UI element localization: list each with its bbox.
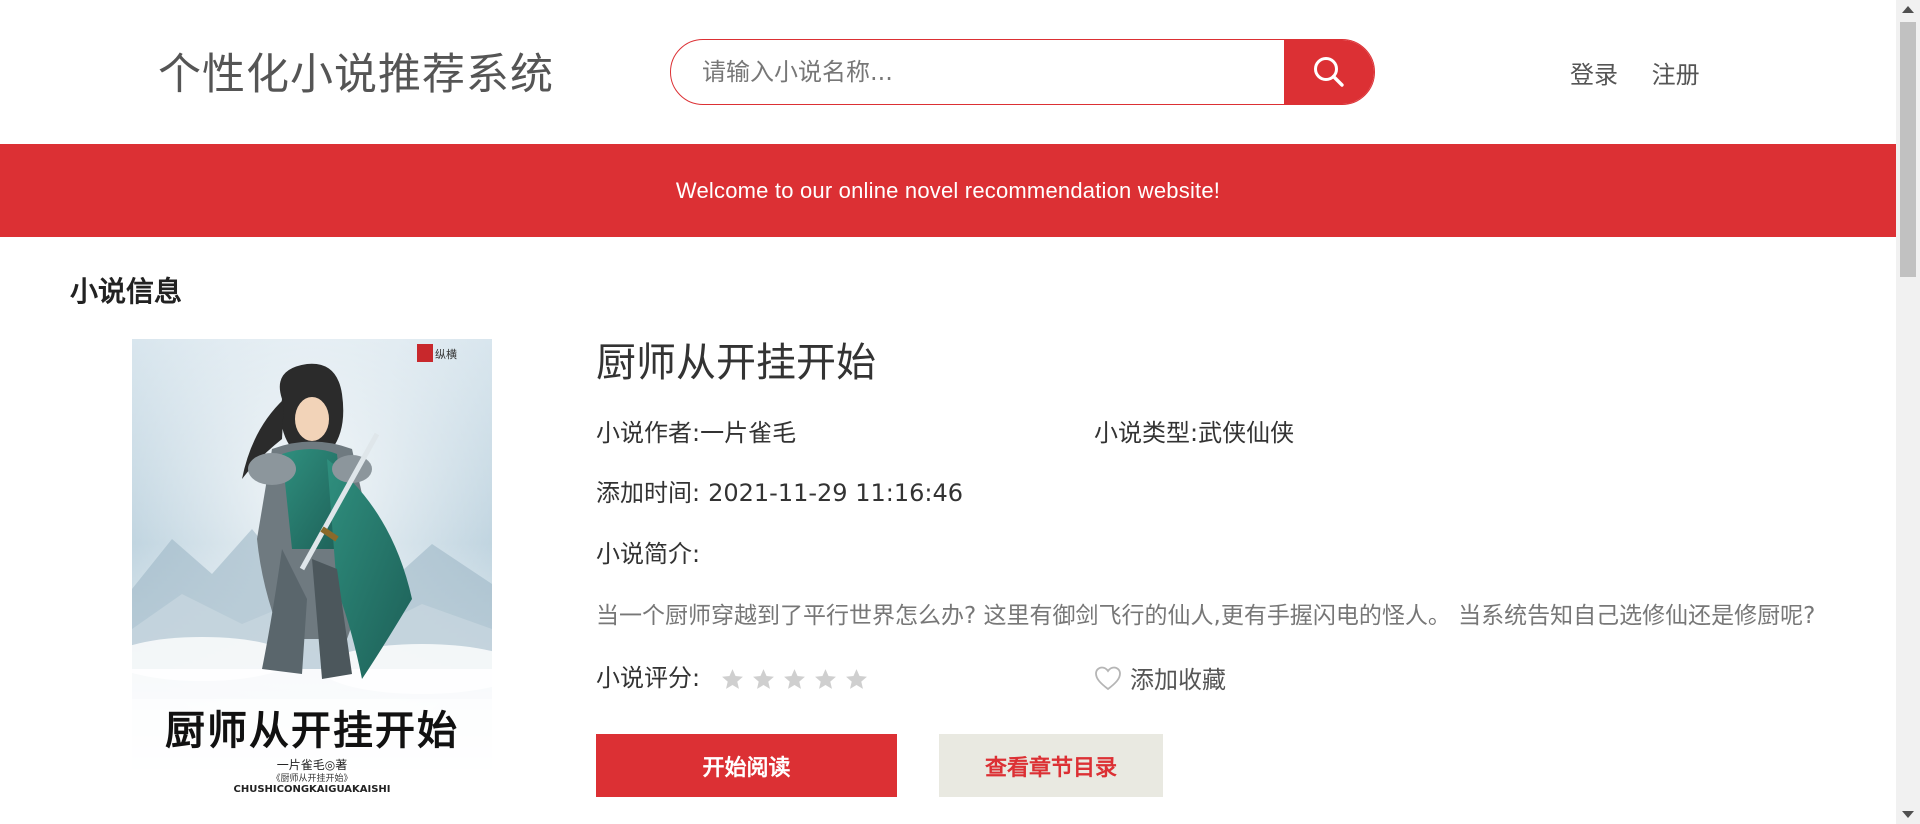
banner-text: Welcome to our online novel recommendati… [675, 177, 1221, 203]
star-icon[interactable] [813, 667, 838, 692]
rating-row: 小说评分: [596, 658, 869, 693]
search-bar [670, 39, 1375, 105]
search-input[interactable] [671, 40, 1285, 104]
intro-label-row: 小说简介: [596, 534, 700, 569]
added-time-row: 添加时间: 2021-11-29 11:16:46 [596, 473, 963, 508]
rating-label: 小说评分: [596, 664, 701, 692]
heart-icon [1095, 666, 1121, 690]
star-icon[interactable] [751, 667, 776, 692]
view-chapters-button[interactable]: 查看章节目录 [939, 734, 1163, 797]
cover-subtitle: 《厨师从开挂开始》 [271, 772, 352, 784]
author-value: 一片雀毛 [700, 419, 797, 447]
cover-pinyin: CHUSHICONGKAIGUAKAISHI [233, 784, 390, 794]
search-icon [1314, 57, 1344, 87]
type-label: 小说类型: [1094, 419, 1199, 447]
auth-links: 登录 注册 [1570, 55, 1700, 90]
type-row: 小说类型:武侠仙侠 [1094, 413, 1294, 448]
cover-author: 一片雀毛◎著 [277, 758, 347, 772]
star-icon[interactable] [844, 667, 869, 692]
start-reading-button[interactable]: 开始阅读 [596, 734, 897, 797]
book-cover[interactable]: 纵横 厨师从开挂开始 一片雀毛◎著 《厨师从开挂开始》 CHUSHICONGKA… [132, 339, 492, 794]
add-favorite-button[interactable]: 添加收藏 [1094, 660, 1226, 695]
header: 个性化小说推荐系统 登录 注册 [0, 0, 1896, 144]
rating-stars[interactable] [720, 667, 869, 692]
type-value: 武侠仙侠 [1198, 419, 1295, 447]
cover-title: 厨师从开挂开始 [165, 707, 459, 754]
star-icon[interactable] [720, 667, 745, 692]
add-favorite-label: 添加收藏 [1130, 666, 1226, 694]
author-label: 小说作者: [596, 419, 701, 447]
scrollbar[interactable] [1896, 0, 1920, 824]
star-icon[interactable] [782, 667, 807, 692]
scroll-down-arrow-icon[interactable] [1902, 811, 1914, 818]
intro-label: 小说简介: [596, 540, 701, 568]
novel-title: 厨师从开挂开始 [596, 340, 876, 386]
publisher-mark: 纵横 [435, 347, 457, 361]
login-link[interactable]: 登录 [1570, 61, 1618, 89]
site-title[interactable]: 个性化小说推荐系统 [158, 40, 554, 102]
register-link[interactable]: 注册 [1652, 61, 1700, 89]
author-row: 小说作者:一片雀毛 [596, 413, 796, 448]
page: 个性化小说推荐系统 登录 注册 Welcome to our online no… [0, 0, 1920, 824]
section-title: 小说信息 [70, 275, 183, 308]
scroll-up-arrow-icon[interactable] [1902, 6, 1914, 13]
welcome-banner: Welcome to our online novel recommendati… [0, 144, 1896, 237]
cover-illustration: 纵横 厨师从开挂开始 一片雀毛◎著 《厨师从开挂开始》 CHUSHICONGKA… [132, 339, 492, 794]
scroll-thumb[interactable] [1900, 22, 1916, 277]
search-button[interactable] [1284, 40, 1374, 104]
added-time-label: 添加时间: [596, 479, 701, 507]
intro-text: 当一个厨师穿越到了平行世界怎么办? 这里有御剑飞行的仙人,更有手握闪电的怪人。 … [596, 603, 1816, 629]
added-time-value: 2021-11-29 11:16:46 [708, 479, 963, 507]
